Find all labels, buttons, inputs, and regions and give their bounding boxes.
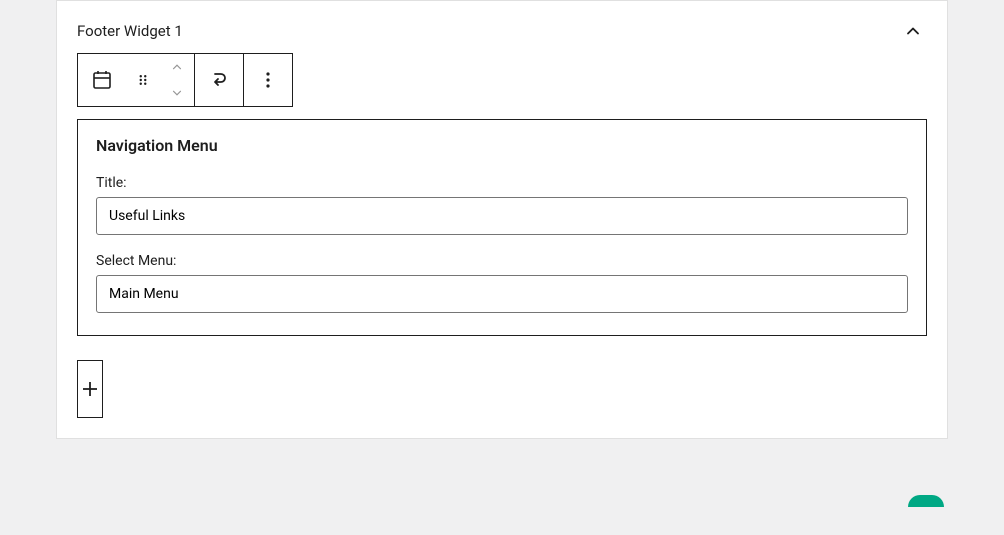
move-up-button[interactable] bbox=[160, 54, 194, 80]
toolbar-group-move bbox=[195, 54, 244, 106]
plus-icon bbox=[78, 377, 102, 401]
widget-block-heading: Navigation Menu bbox=[96, 136, 908, 155]
move-to-button[interactable] bbox=[195, 54, 243, 106]
block-type-button[interactable] bbox=[78, 54, 126, 106]
drag-handle-icon bbox=[134, 71, 152, 89]
select-menu-label: Select Menu: bbox=[96, 253, 908, 269]
select-menu-wrapper: Main Menu bbox=[96, 275, 908, 313]
collapse-toggle-button[interactable] bbox=[899, 17, 927, 45]
block-toolbar bbox=[77, 53, 293, 107]
more-options-button[interactable] bbox=[244, 54, 292, 106]
block-mover bbox=[160, 54, 194, 106]
select-menu-dropdown[interactable]: Main Menu bbox=[96, 275, 908, 313]
chevron-up-icon bbox=[903, 21, 923, 41]
panel-title: Footer Widget 1 bbox=[77, 22, 183, 40]
widget-area-panel: Footer Widget 1 bbox=[56, 0, 948, 439]
help-fab-button[interactable] bbox=[908, 495, 944, 507]
toolbar-group-more bbox=[244, 54, 292, 106]
more-vertical-icon bbox=[256, 68, 280, 92]
toolbar-group-block bbox=[78, 54, 195, 106]
move-arrow-icon bbox=[207, 68, 231, 92]
move-down-button[interactable] bbox=[160, 80, 194, 106]
calendar-icon bbox=[90, 68, 114, 92]
drag-handle-button[interactable] bbox=[126, 54, 160, 106]
add-block-button[interactable] bbox=[77, 360, 103, 418]
chevron-up-icon bbox=[169, 60, 185, 74]
navigation-menu-widget-block[interactable]: Navigation Menu Title: Select Menu: Main… bbox=[77, 119, 927, 336]
panel-header: Footer Widget 1 bbox=[57, 1, 947, 53]
title-input[interactable] bbox=[96, 197, 908, 235]
title-field-label: Title: bbox=[96, 175, 908, 191]
chevron-down-icon bbox=[169, 86, 185, 100]
